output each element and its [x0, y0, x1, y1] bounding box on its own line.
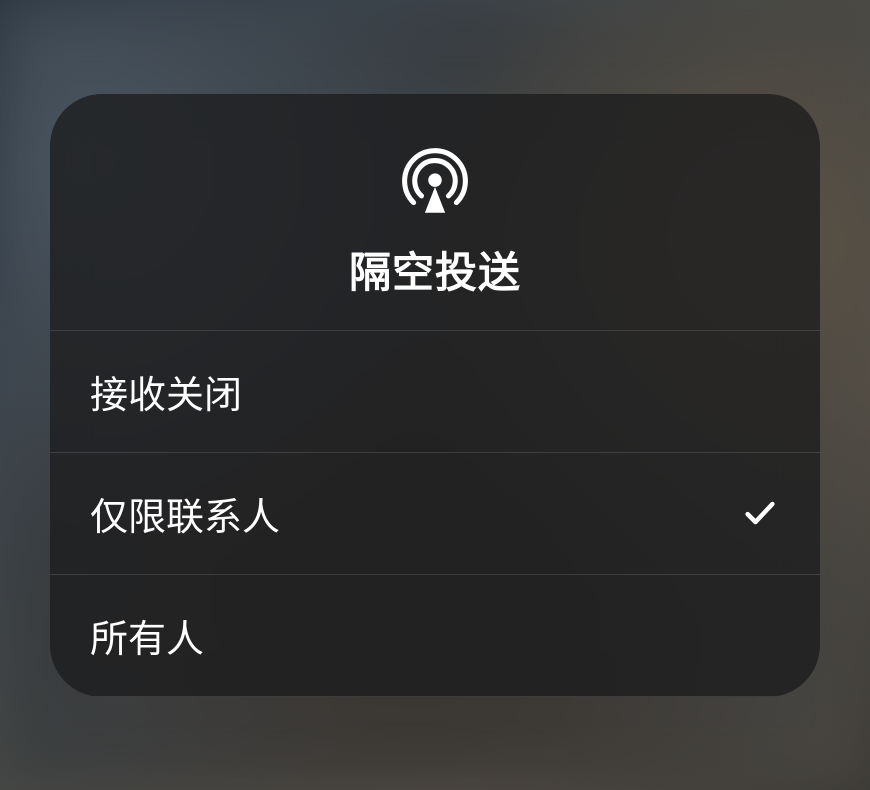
option-everyone[interactable]: 所有人: [50, 575, 820, 697]
option-label: 接收关闭: [90, 364, 242, 419]
checkmark-icon: [740, 493, 780, 533]
airdrop-icon: [395, 139, 475, 219]
option-receiving-off[interactable]: 接收关闭: [50, 331, 820, 453]
option-label: 所有人: [90, 608, 204, 663]
options-list: 接收关闭 仅限联系人 所有人: [50, 331, 820, 697]
option-contacts-only[interactable]: 仅限联系人: [50, 453, 820, 575]
panel-title: 隔空投送: [349, 239, 521, 300]
airdrop-settings-panel: 隔空投送 接收关闭 仅限联系人 所有人: [50, 94, 820, 697]
option-label: 仅限联系人: [90, 486, 280, 541]
panel-header: 隔空投送: [50, 94, 820, 331]
